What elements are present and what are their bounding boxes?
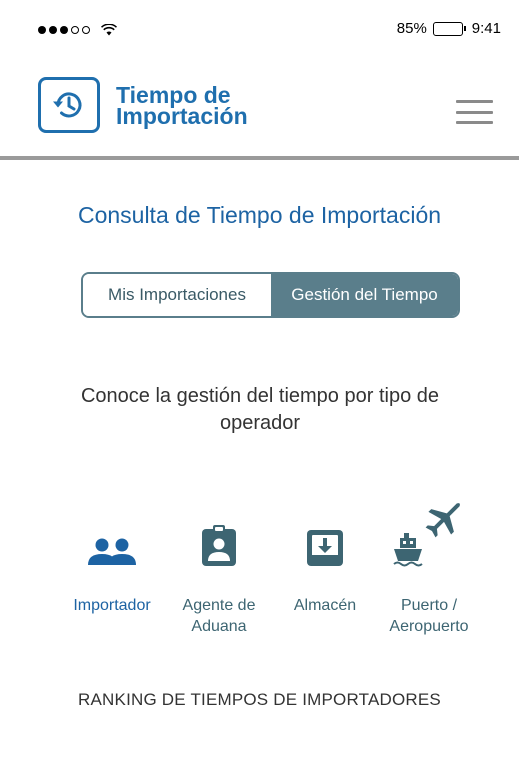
app-header: Tiempo de Importación bbox=[0, 60, 519, 160]
operator-agente-de-aduana[interactable]: Agente de Aduana bbox=[170, 495, 268, 637]
operator-label-line2: Aeropuerto bbox=[389, 618, 469, 635]
operator-prompt: Conoce la gestión del tiempo por tipo de… bbox=[80, 385, 439, 434]
app-title: Tiempo de Importación bbox=[116, 84, 248, 129]
tab-mis-importaciones[interactable]: Mis Importaciones bbox=[83, 274, 271, 316]
clock-time: 9:41 bbox=[471, 20, 501, 37]
warehouse-inbox-icon bbox=[307, 530, 343, 566]
signal-strength-icon bbox=[38, 24, 117, 36]
ship-plane-icon bbox=[393, 503, 460, 567]
operator-label: Puerto / bbox=[400, 597, 458, 614]
status-bar: 85% 9:41 bbox=[0, 0, 519, 60]
people-icon bbox=[88, 538, 136, 565]
operator-label-line2: Aduana bbox=[191, 618, 247, 635]
operator-list: Importador Agente de Aduana Almacén Puer… bbox=[0, 495, 519, 655]
operator-importador[interactable]: Importador bbox=[60, 495, 164, 616]
id-badge-icon bbox=[202, 525, 236, 566]
wifi-icon bbox=[101, 24, 117, 36]
segmented-control: Mis Importaciones Gestión del Tiempo bbox=[81, 272, 460, 318]
operator-almacen[interactable]: Almacén bbox=[282, 495, 368, 616]
page-title: Consulta de Tiempo de Importación bbox=[77, 202, 442, 228]
operator-label: Importador bbox=[73, 597, 151, 614]
battery-icon bbox=[432, 21, 466, 36]
operator-label: Almacén bbox=[293, 597, 357, 614]
ranking-heading: RANKING DE TIEMPOS DE IMPORTADORES bbox=[78, 690, 441, 709]
operator-label: Agente de bbox=[182, 597, 256, 614]
battery-percent: 85% bbox=[396, 20, 427, 37]
hamburger-menu-icon[interactable] bbox=[456, 100, 493, 124]
history-icon[interactable] bbox=[38, 77, 100, 133]
operator-puerto-aeropuerto[interactable]: Puerto / Aeropuerto bbox=[374, 495, 484, 637]
tab-gestion-del-tiempo[interactable]: Gestión del Tiempo bbox=[271, 274, 458, 316]
app-title-line2: Importación bbox=[116, 103, 248, 129]
